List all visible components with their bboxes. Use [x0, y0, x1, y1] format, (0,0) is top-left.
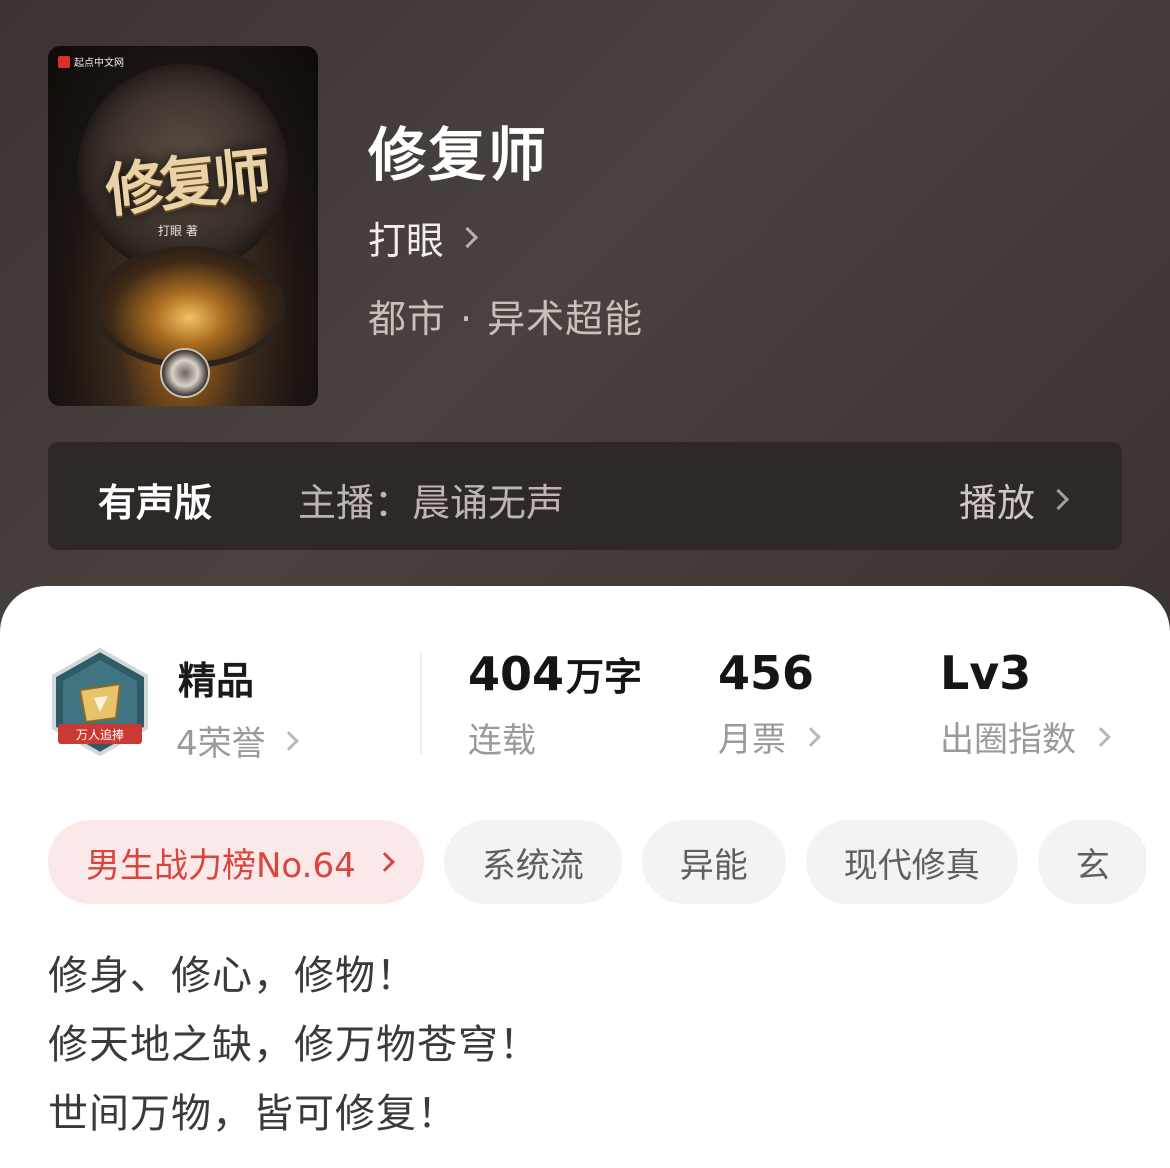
description-line: 世间万物，皆可修复！	[48, 1091, 458, 1137]
book-info-sheet: 万人追捧 精品 4荣誉 404万字 连载 456 月票 Lv3 出圈指数 男生战…	[0, 586, 1170, 1168]
hexagon-badge-icon[interactable]: 万人追捧	[50, 648, 150, 756]
stat-value: 456	[718, 646, 815, 700]
honor-link[interactable]: 4荣誉	[176, 716, 299, 765]
tag-chip[interactable]: 系统流	[443, 820, 622, 904]
description-line: 修身、修心，修物！	[48, 953, 417, 999]
chevron-right-icon	[278, 730, 299, 751]
cover-seal-icon	[160, 348, 210, 398]
chevron-right-icon	[456, 226, 479, 249]
genre-sub[interactable]: 异术超能	[487, 297, 643, 341]
tag-list: 男生战力榜No.64 系统流 异能 现代修真玄	[48, 820, 1146, 904]
author-link[interactable]: 打眼	[368, 210, 479, 265]
chevron-right-icon	[1091, 726, 1111, 747]
publisher-logo-icon	[58, 55, 70, 68]
honor-title: 精品	[178, 659, 255, 703]
badge-text: 万人追捧	[76, 727, 124, 742]
description-line: 修天地之缺，修万物苍穹！	[48, 1022, 540, 1068]
book-title: 修复师	[368, 121, 549, 189]
honor-count: 4荣誉	[176, 724, 266, 764]
play-button[interactable]: 播放	[958, 472, 1070, 527]
audio-version-bar[interactable]: 有声版 主播：晨诵无声 播放	[48, 442, 1122, 550]
stat-label: 连载	[468, 721, 536, 761]
book-header: 起点中文网 修复师 打眼 著 修复师 打眼 都市 · 异术超能 有声版 主播：晨诵无…	[0, 0, 1170, 640]
author-name: 打眼	[368, 219, 445, 263]
genre-main[interactable]: 都市	[368, 297, 446, 341]
stat-unit: 万字	[566, 655, 643, 699]
publisher-name: 起点中文网	[74, 58, 124, 69]
stat-word-count: 404万字 连载	[468, 646, 642, 762]
chevron-right-icon	[801, 726, 821, 747]
cover-author: 打眼 著	[158, 224, 198, 238]
stat-monthly-tickets[interactable]: 456 月票	[718, 646, 821, 761]
tag-chip[interactable]: 玄	[1037, 820, 1146, 904]
chevron-right-icon	[1047, 488, 1070, 511]
stats-divider	[420, 652, 422, 754]
genre-separator: ·	[460, 297, 474, 341]
rank-tag-label: 男生战力榜No.64	[86, 845, 356, 886]
tag-chip[interactable]: 现代修真	[805, 820, 1018, 904]
tag-chip[interactable]: 异能	[641, 820, 786, 904]
play-label: 播放	[958, 481, 1035, 525]
book-description[interactable]: 修身、修心，修物！ 修天地之缺，修万物苍穹！ 世间万物，皆可修复！	[48, 942, 540, 1149]
book-cover[interactable]: 起点中文网 修复师 打眼 著	[48, 46, 318, 406]
stat-label: 出圈指数	[940, 720, 1076, 760]
genre-line: 都市 · 异术超能	[368, 288, 643, 343]
rank-tag[interactable]: 男生战力榜No.64	[48, 820, 424, 904]
stat-value: Lv3	[940, 646, 1032, 700]
chevron-right-icon	[374, 852, 395, 872]
audio-label: 有声版	[98, 481, 213, 525]
stat-value: 404	[468, 647, 565, 701]
stat-popularity-index[interactable]: Lv3 出圈指数	[940, 646, 1111, 761]
publisher-mark: 起点中文网	[58, 54, 124, 69]
audio-host: 主播：晨诵无声	[298, 481, 565, 525]
stat-label: 月票	[718, 720, 786, 760]
